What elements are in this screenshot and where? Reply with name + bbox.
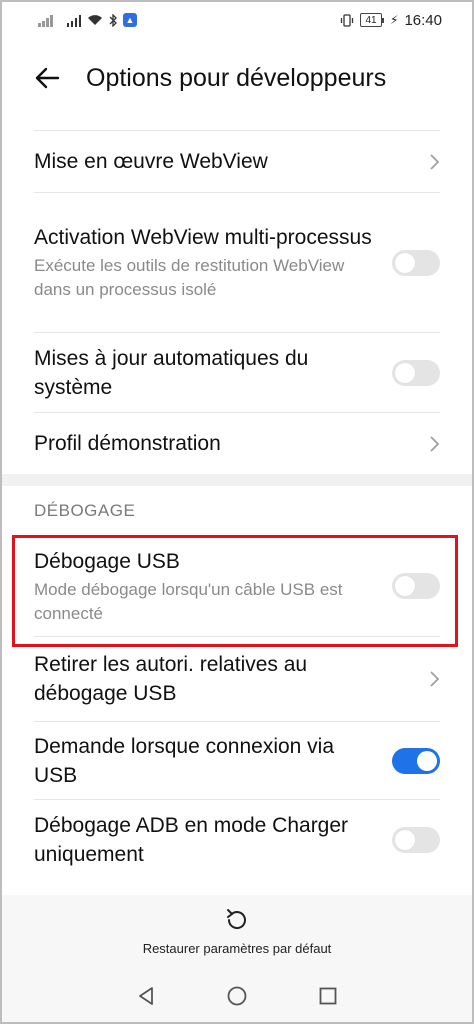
row-demo-profile[interactable]: Profil démonstration xyxy=(34,412,440,474)
toggle-switch[interactable] xyxy=(392,826,440,853)
toggle-switch[interactable] xyxy=(392,359,440,386)
section-divider xyxy=(0,474,474,486)
settings-list: Mise en œuvre WebView Activation WebView… xyxy=(0,130,474,879)
status-bar: ▲ 41 ⚡ 16:40 xyxy=(0,0,474,40)
restore-icon xyxy=(227,908,246,929)
section-header-debug: DÉBOGAGE xyxy=(34,501,136,520)
toggle-knob xyxy=(395,576,415,596)
row-title: Mise en œuvre WebView xyxy=(34,150,268,173)
row-title: Débogage ADB en mode Charger uniquement xyxy=(34,813,349,866)
row-title: Retirer les autori. relatives au débogag… xyxy=(34,653,308,705)
toggle-knob xyxy=(395,362,415,383)
chevron-right-icon xyxy=(430,153,440,170)
restore-defaults-button[interactable]: Restaurer paramètres par défaut xyxy=(0,895,474,967)
row-revoke-usb-authorizations[interactable]: Retirer les autori. relatives au débogag… xyxy=(34,636,440,721)
row-usb-debugging[interactable]: Débogage USB Mode débogage lorsqu'un câb… xyxy=(34,536,440,636)
row-title: Mises à jour automatiques du système xyxy=(34,346,309,399)
toggle-switch[interactable] xyxy=(392,573,440,599)
recents-square-icon[interactable] xyxy=(317,985,339,1007)
chevron-right-icon xyxy=(430,435,440,452)
row-title: Profil démonstration xyxy=(34,432,221,455)
battery-level: 41 xyxy=(365,14,377,26)
row-title: Activation WebView multi-processus xyxy=(34,226,372,249)
vibrate-icon xyxy=(340,13,354,27)
row-auto-system-updates[interactable]: Mises à jour automatiques du système xyxy=(34,332,440,412)
app-bar: Options pour développeurs xyxy=(0,40,474,116)
bluetooth-icon xyxy=(109,13,117,27)
system-nav-bar xyxy=(0,967,474,1024)
back-arrow-icon[interactable] xyxy=(34,66,60,90)
toggle-knob xyxy=(395,252,415,273)
clock: 16:40 xyxy=(404,11,442,29)
row-title: Débogage USB xyxy=(34,549,180,573)
toggle-knob xyxy=(395,829,415,850)
row-webview-multiprocess[interactable]: Activation WebView multi-processus Exécu… xyxy=(34,192,440,332)
toggle-switch[interactable] xyxy=(392,747,440,774)
back-triangle-icon[interactable] xyxy=(135,985,157,1007)
row-subtitle: Mode débogage lorsqu'un câble USB est co… xyxy=(34,579,343,623)
toggle-switch[interactable] xyxy=(392,249,440,276)
page-title: Options pour développeurs xyxy=(86,63,387,92)
toggle-knob xyxy=(417,750,437,771)
signal-icon-2 xyxy=(66,14,81,27)
row-title: Demande lorsque connexion via USB xyxy=(34,734,335,787)
restore-defaults-label: Restaurer paramètres par défaut xyxy=(142,940,332,956)
battery-icon: 41 xyxy=(360,13,385,27)
signal-icon xyxy=(38,14,53,27)
wifi-icon xyxy=(88,15,102,25)
row-webview-implementation[interactable]: Mise en œuvre WebView xyxy=(34,130,440,192)
row-adb-charge-only[interactable]: Débogage ADB en mode Charger uniquement xyxy=(34,799,440,879)
app-notification-icon: ▲ xyxy=(123,13,137,27)
charging-icon: ⚡ xyxy=(390,13,399,27)
home-circle-icon[interactable] xyxy=(226,985,248,1007)
row-subtitle: Exécute les outils de restitution WebVie… xyxy=(34,256,345,299)
row-ask-usb-connection[interactable]: Demande lorsque connexion via USB xyxy=(34,721,440,799)
chevron-right-icon xyxy=(430,671,440,687)
